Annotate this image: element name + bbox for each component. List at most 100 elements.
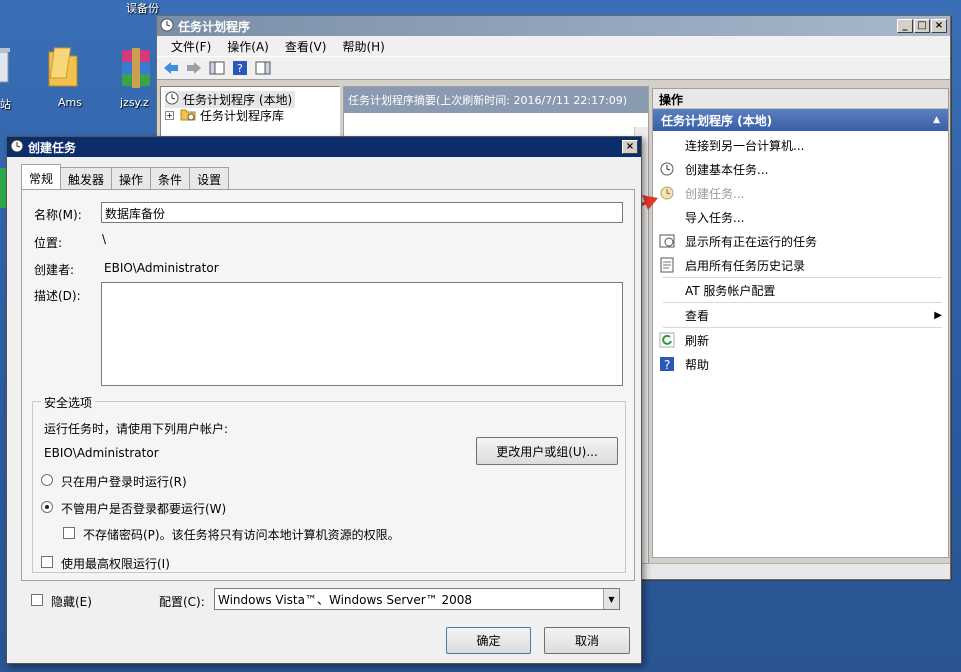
- dialog-title: 创建任务: [28, 140, 77, 155]
- no-store-password-label[interactable]: 不存储密码(P)。该任务将只有访问本地计算机资源的权限。: [83, 526, 400, 543]
- desktop-label-top: 误备份: [126, 2, 159, 15]
- submenu-arrow-icon: ▶: [934, 309, 942, 321]
- location-value: \: [102, 232, 107, 246]
- action-item-5[interactable]: 启用所有任务历史记录: [653, 253, 948, 277]
- action-item-label: 显示所有正在运行的任务: [685, 234, 818, 249]
- summary-header: 任务计划程序摘要(上次刷新时间: 2016/7/11 22:17:09): [344, 87, 648, 113]
- action-item-7[interactable]: 查看 ▶: [653, 303, 948, 327]
- action-item-6[interactable]: AT 服务帐户配置: [653, 278, 948, 302]
- menu-file[interactable]: 文件(F): [163, 38, 219, 55]
- description-textarea[interactable]: [101, 282, 623, 386]
- help-icon: ?: [659, 356, 675, 372]
- dialog-close-button[interactable]: ×: [622, 140, 638, 154]
- action-item-label: 刷新: [685, 333, 710, 348]
- desktop-label-folder: Ams: [58, 96, 82, 109]
- show-hide-action-pane-icon[interactable]: [253, 59, 273, 77]
- rar-archive-icon[interactable]: [118, 46, 154, 95]
- tab-triggers[interactable]: 触发器: [60, 167, 113, 189]
- history-icon: [659, 257, 675, 273]
- menu-help[interactable]: 帮助(H): [334, 38, 392, 55]
- action-item-9[interactable]: ? 帮助: [653, 352, 948, 376]
- radio-run-whether-logged-on[interactable]: [41, 501, 53, 513]
- main-titlebar[interactable]: 任务计划程序 _ □ ×: [157, 16, 950, 36]
- clock-tree-icon: [165, 91, 179, 108]
- menubar: 文件(F) 操作(A) 查看(V) 帮助(H): [157, 36, 950, 56]
- action-item-label: AT 服务帐户配置: [685, 283, 776, 298]
- folder-icon[interactable]: [46, 44, 80, 91]
- ok-button[interactable]: 确定: [446, 627, 531, 654]
- general-tab-page: 名称(M): 数据库备份 位置: \ 创建者: EBIO\Administrat…: [21, 189, 635, 581]
- menu-action[interactable]: 操作(A): [219, 38, 277, 55]
- tree-library[interactable]: + 任务计划程序库: [165, 107, 284, 124]
- clock-dialog-icon: [10, 139, 24, 156]
- chevron-down-icon[interactable]: ▼: [603, 589, 619, 609]
- config-label: 配置(C):: [159, 595, 205, 609]
- radio-logged-on-only-label[interactable]: 只在用户登录时运行(R): [61, 473, 187, 490]
- description-label: 描述(D):: [34, 289, 81, 303]
- name-input[interactable]: 数据库备份: [101, 202, 623, 223]
- folder-clock-icon: [180, 107, 196, 124]
- change-user-button[interactable]: 更改用户或组(U)...: [476, 437, 618, 465]
- running-tasks-icon: [659, 233, 675, 249]
- help-toolbar-icon[interactable]: ?: [230, 59, 250, 77]
- actions-pane: 操作 任务计划程序 (本地) ▲ 连接到另一台计算机... 创建基本任务... 创建…: [652, 88, 949, 558]
- location-label: 位置:: [34, 236, 63, 250]
- desktop-label-rar: jzsy.z: [120, 96, 149, 109]
- no-store-password-checkbox[interactable]: [63, 527, 75, 539]
- clock-app-icon: [160, 18, 174, 35]
- dialog-tabs: 常规 触发器 操作 条件 设置: [21, 164, 230, 189]
- highest-privileges-checkbox[interactable]: [41, 556, 53, 568]
- action-item-label: 创建任务...: [685, 186, 745, 201]
- desktop-label-bin: 站: [0, 98, 11, 111]
- run-as-user: EBIO\Administrator: [44, 446, 159, 460]
- cancel-button[interactable]: 取消: [544, 627, 630, 654]
- blank-icon: [659, 307, 675, 323]
- action-item-4[interactable]: 显示所有正在运行的任务: [653, 229, 948, 253]
- minimize-button[interactable]: _: [897, 19, 913, 33]
- action-item-2[interactable]: 创建任务...: [653, 181, 948, 205]
- actions-section-header[interactable]: 任务计划程序 (本地) ▲: [653, 109, 948, 131]
- create-task-dialog: 创建任务 × 常规 触发器 操作 条件 设置 名称(M): 数据库备份 位置: …: [6, 136, 642, 664]
- forward-icon[interactable]: [184, 59, 204, 77]
- action-item-label: 启用所有任务历史记录: [685, 258, 806, 273]
- collapse-icon[interactable]: ▲: [933, 115, 940, 125]
- author-label: 创建者:: [34, 263, 75, 277]
- back-icon[interactable]: [161, 59, 181, 77]
- expand-icon[interactable]: +: [165, 111, 174, 120]
- action-item-label: 帮助: [685, 357, 710, 372]
- tab-conditions[interactable]: 条件: [150, 167, 191, 189]
- blank-icon: [659, 137, 675, 153]
- action-item-label: 创建基本任务...: [685, 162, 769, 177]
- action-item-label: 连接到另一台计算机...: [685, 138, 805, 153]
- action-item-3[interactable]: 导入任务...: [653, 205, 948, 229]
- clock-wand-icon: [659, 161, 675, 177]
- action-item-0[interactable]: 连接到另一台计算机...: [653, 133, 948, 157]
- action-item-label: 导入任务...: [685, 210, 745, 225]
- highest-privileges-label[interactable]: 使用最高权限运行(I): [61, 555, 170, 572]
- action-item-1[interactable]: 创建基本任务...: [653, 157, 948, 181]
- radio-logged-on-only[interactable]: [41, 474, 53, 486]
- config-selected-value: Windows Vista™、Windows Server™ 2008: [218, 593, 473, 607]
- hidden-checkbox[interactable]: [31, 594, 43, 606]
- config-select[interactable]: Windows Vista™、Windows Server™ 2008 ▼: [214, 588, 620, 610]
- hidden-label[interactable]: 隐藏(E): [51, 593, 92, 610]
- radio-run-whether-logged-on-label[interactable]: 不管用户是否登录都要运行(W): [61, 500, 226, 517]
- close-button[interactable]: ×: [931, 19, 947, 33]
- security-options-title: 安全选项: [41, 394, 96, 411]
- blank-icon: [659, 282, 675, 298]
- action-item-8[interactable]: 刷新: [653, 328, 948, 352]
- tab-settings[interactable]: 设置: [189, 167, 230, 189]
- recycle-bin-icon[interactable]: [0, 46, 10, 89]
- action-item-label: 查看: [685, 308, 710, 323]
- dialog-titlebar[interactable]: 创建任务 ×: [7, 137, 641, 157]
- tab-actions[interactable]: 操作: [111, 167, 152, 189]
- tab-general[interactable]: 常规: [21, 164, 62, 189]
- tree-root[interactable]: 任务计划程序 (本地): [165, 91, 296, 108]
- svg-text:?: ?: [664, 358, 670, 372]
- maximize-button[interactable]: □: [914, 19, 930, 33]
- menu-view[interactable]: 查看(V): [277, 38, 335, 55]
- main-window-title: 任务计划程序: [178, 19, 251, 34]
- actions-header: 操作: [653, 89, 948, 109]
- refresh-icon: [659, 332, 675, 348]
- show-hide-tree-icon[interactable]: [207, 59, 227, 77]
